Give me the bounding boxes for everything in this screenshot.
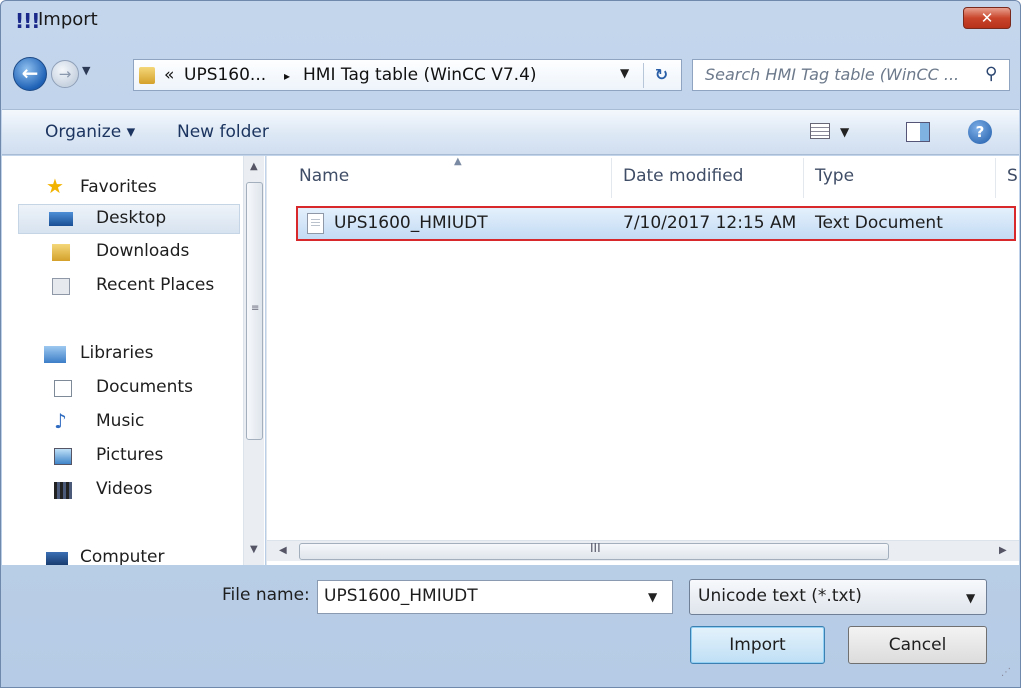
file-type-dropdown-icon[interactable]: ▼ — [966, 591, 975, 605]
music-icon: ♪ — [54, 409, 67, 433]
file-name-label: File name: — [222, 585, 310, 605]
file-type: Text Document — [815, 213, 943, 233]
back-arrow-icon[interactable]: ← — [13, 57, 47, 91]
sidebar-label: Desktop — [96, 208, 167, 228]
sidebar-label: Downloads — [96, 241, 190, 261]
column-header-size[interactable]: S — [1007, 166, 1018, 186]
sidebar-item-recent-places[interactable]: Recent Places — [2, 272, 242, 302]
sidebar-label: Music — [96, 411, 145, 431]
sidebar-item-computer[interactable]: Computer — [2, 544, 242, 565]
sort-ascending-icon: ▲ — [454, 156, 462, 167]
navigation-pane: ★ Favorites Desktop Downloads Recent Pla… — [2, 156, 265, 565]
scroll-grip-icon: III — [590, 541, 601, 555]
file-name-value: UPS1600_HMIUDT — [324, 586, 478, 606]
sidebar-label: Computer — [80, 547, 165, 565]
sidebar-item-downloads[interactable]: Downloads — [2, 238, 242, 268]
file-name: UPS1600_HMIUDT — [334, 213, 488, 233]
views-dropdown-icon[interactable]: ▼ — [840, 125, 849, 139]
table-row[interactable]: UPS1600_HMIUDT 7/10/2017 12:15 AM Text D… — [296, 206, 1016, 241]
scroll-thumb[interactable]: III — [299, 541, 889, 560]
cancel-button[interactable]: Cancel — [848, 626, 987, 664]
breadcrumb-parent[interactable]: UPS160... — [184, 65, 266, 85]
search-icon[interactable]: ⚲ — [985, 64, 997, 84]
computer-icon — [46, 552, 68, 565]
sidebar-label: Recent Places — [96, 275, 215, 295]
preview-pane-icon[interactable] — [906, 122, 930, 142]
column-header-date[interactable]: Date modified — [623, 166, 743, 186]
search-placeholder: Search HMI Tag table (WinCC ... — [705, 65, 960, 84]
file-list-horizontal-scrollbar[interactable]: ◀ III ▶ — [267, 540, 1019, 561]
recent-places-icon — [52, 278, 70, 295]
import-button[interactable]: Import — [690, 626, 825, 664]
sidebar-item-videos[interactable]: Videos — [2, 476, 242, 506]
documents-icon — [54, 380, 72, 397]
sidebar-item-music[interactable]: ♪ Music — [2, 408, 242, 438]
file-date: 7/10/2017 12:15 AM — [623, 213, 797, 233]
sidebar-item-libraries[interactable]: Libraries — [2, 340, 242, 370]
file-type-select[interactable]: Unicode text (*.txt) ▼ — [689, 579, 987, 615]
videos-icon — [54, 482, 72, 499]
resize-grip-icon[interactable]: ⋰ — [1001, 667, 1011, 678]
window-title: Import — [38, 9, 98, 30]
breadcrumb-overflow[interactable]: « — [164, 65, 174, 85]
refresh-icon[interactable]: ↻ — [643, 63, 679, 88]
address-dropdown-icon[interactable]: ▼ — [620, 66, 629, 80]
sidebar-label: Documents — [96, 377, 193, 397]
scroll-down-icon[interactable]: ▼ — [250, 544, 258, 555]
search-input[interactable]: Search HMI Tag table (WinCC ... ⚲ — [692, 59, 1010, 91]
libraries-icon — [44, 346, 66, 363]
sidebar-item-favorites[interactable]: ★ Favorites — [2, 172, 242, 202]
address-bar[interactable]: « UPS160... ▸ HMI Tag table (WinCC V7.4)… — [133, 59, 682, 91]
title-bar: !!! Import ✕ — [1, 1, 1020, 39]
forward-arrow-icon[interactable]: → — [51, 60, 79, 88]
sidebar-label: Favorites — [80, 177, 157, 197]
navigation-vertical-scrollbar[interactable]: ▲ ≡ ▼ — [243, 156, 264, 565]
breadcrumb-current[interactable]: HMI Tag table (WinCC V7.4) — [303, 65, 537, 85]
column-header-name[interactable]: Name — [299, 166, 349, 186]
new-folder-button[interactable]: New folder — [177, 122, 269, 142]
file-name-input[interactable]: UPS1600_HMIUDT ▼ — [317, 580, 673, 614]
scroll-thumb[interactable]: ≡ — [246, 182, 263, 440]
organize-button[interactable]: Organize ▾ — [45, 122, 135, 142]
column-header-type[interactable]: Type — [815, 166, 854, 186]
command-bar: Organize ▾ New folder ▼ ? — [2, 109, 1019, 155]
star-icon: ★ — [46, 174, 64, 198]
folder-icon — [139, 67, 155, 84]
import-dialog: !!! Import ✕ ← → ▼ « UPS160... ▸ HMI Tag… — [0, 0, 1021, 688]
text-file-icon — [307, 213, 324, 234]
scroll-up-icon[interactable]: ▲ — [250, 161, 258, 172]
sidebar-label: Pictures — [96, 445, 164, 465]
sidebar-item-desktop[interactable]: Desktop — [18, 204, 240, 234]
downloads-icon — [52, 244, 70, 261]
sidebar-item-pictures[interactable]: Pictures — [2, 442, 242, 472]
file-name-dropdown-icon[interactable]: ▼ — [648, 590, 657, 604]
sidebar-item-documents[interactable]: Documents — [2, 374, 242, 404]
column-divider[interactable] — [995, 158, 996, 198]
scroll-left-icon[interactable]: ◀ — [279, 545, 287, 556]
desktop-icon — [49, 212, 73, 226]
sidebar-label: Videos — [96, 479, 153, 499]
column-divider[interactable] — [611, 158, 612, 198]
file-list: ▲ Name Date modified Type S UPS1600_HMIU… — [266, 156, 1019, 565]
column-divider[interactable] — [803, 158, 804, 198]
pictures-icon — [54, 448, 72, 465]
scroll-grip-icon: ≡ — [251, 303, 260, 314]
app-icon: !!! — [15, 9, 40, 33]
recent-locations-dropdown[interactable]: ▼ — [82, 64, 90, 77]
sidebar-label: Libraries — [80, 343, 154, 363]
scroll-right-icon[interactable]: ▶ — [999, 545, 1007, 556]
close-button[interactable]: ✕ — [963, 7, 1011, 29]
file-type-value: Unicode text (*.txt) — [698, 586, 862, 606]
views-icon[interactable] — [810, 123, 830, 139]
help-icon[interactable]: ? — [968, 120, 992, 144]
breadcrumb-separator-icon[interactable]: ▸ — [284, 69, 290, 83]
